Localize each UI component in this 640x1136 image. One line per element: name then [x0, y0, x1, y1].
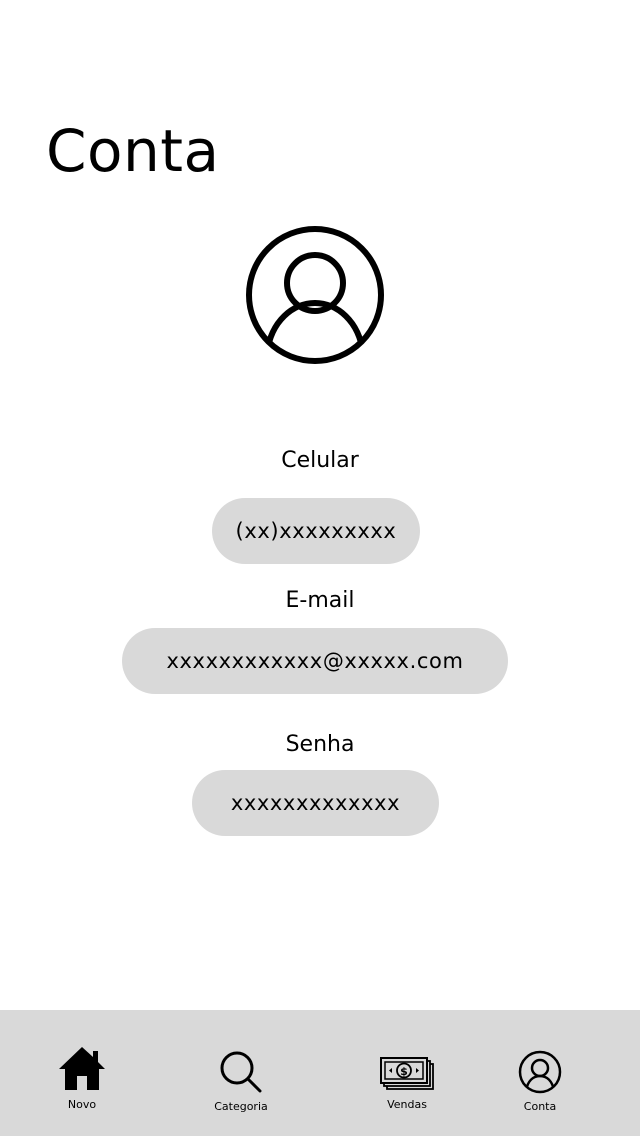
- profile-avatar[interactable]: [245, 225, 385, 365]
- tab-categoria-label: Categoria: [214, 1100, 268, 1113]
- tab-conta-label: Conta: [523, 1100, 557, 1113]
- money-stack-icon: $: [380, 1057, 434, 1090]
- tab-vendas-label: Vendas: [387, 1098, 427, 1111]
- tab-novo[interactable]: Novo: [42, 1010, 122, 1136]
- tab-conta[interactable]: Conta: [500, 1010, 580, 1136]
- email-label: E-mail: [285, 588, 355, 613]
- user-circle-icon: [246, 226, 384, 364]
- page-title: Conta: [46, 117, 220, 185]
- account-screen: Conta Celular (xx)xxxxxxxxx E-mail xxxxx…: [0, 0, 640, 1136]
- svg-text:$: $: [400, 1065, 408, 1078]
- user-circle-icon: [518, 1050, 562, 1094]
- phone-field[interactable]: (xx)xxxxxxxxx: [212, 498, 420, 564]
- phone-label: Celular: [281, 448, 359, 473]
- email-field[interactable]: xxxxxxxxxxxx@xxxxx.com: [122, 628, 508, 694]
- email-value: xxxxxxxxxxxx@xxxxx.com: [166, 649, 464, 673]
- bottom-tab-bar: Novo Categoria $ Vendas Conta: [0, 1010, 640, 1136]
- tab-vendas[interactable]: $ Vendas: [367, 1010, 447, 1136]
- phone-value: (xx)xxxxxxxxx: [235, 519, 397, 543]
- home-icon: [59, 1047, 105, 1090]
- tab-categoria[interactable]: Categoria: [201, 1010, 281, 1136]
- search-icon: [220, 1051, 262, 1093]
- password-label: Senha: [285, 732, 355, 757]
- password-field[interactable]: xxxxxxxxxxxxx: [192, 770, 439, 836]
- password-value: xxxxxxxxxxxxx: [230, 791, 401, 815]
- tab-novo-label: Novo: [67, 1098, 97, 1111]
